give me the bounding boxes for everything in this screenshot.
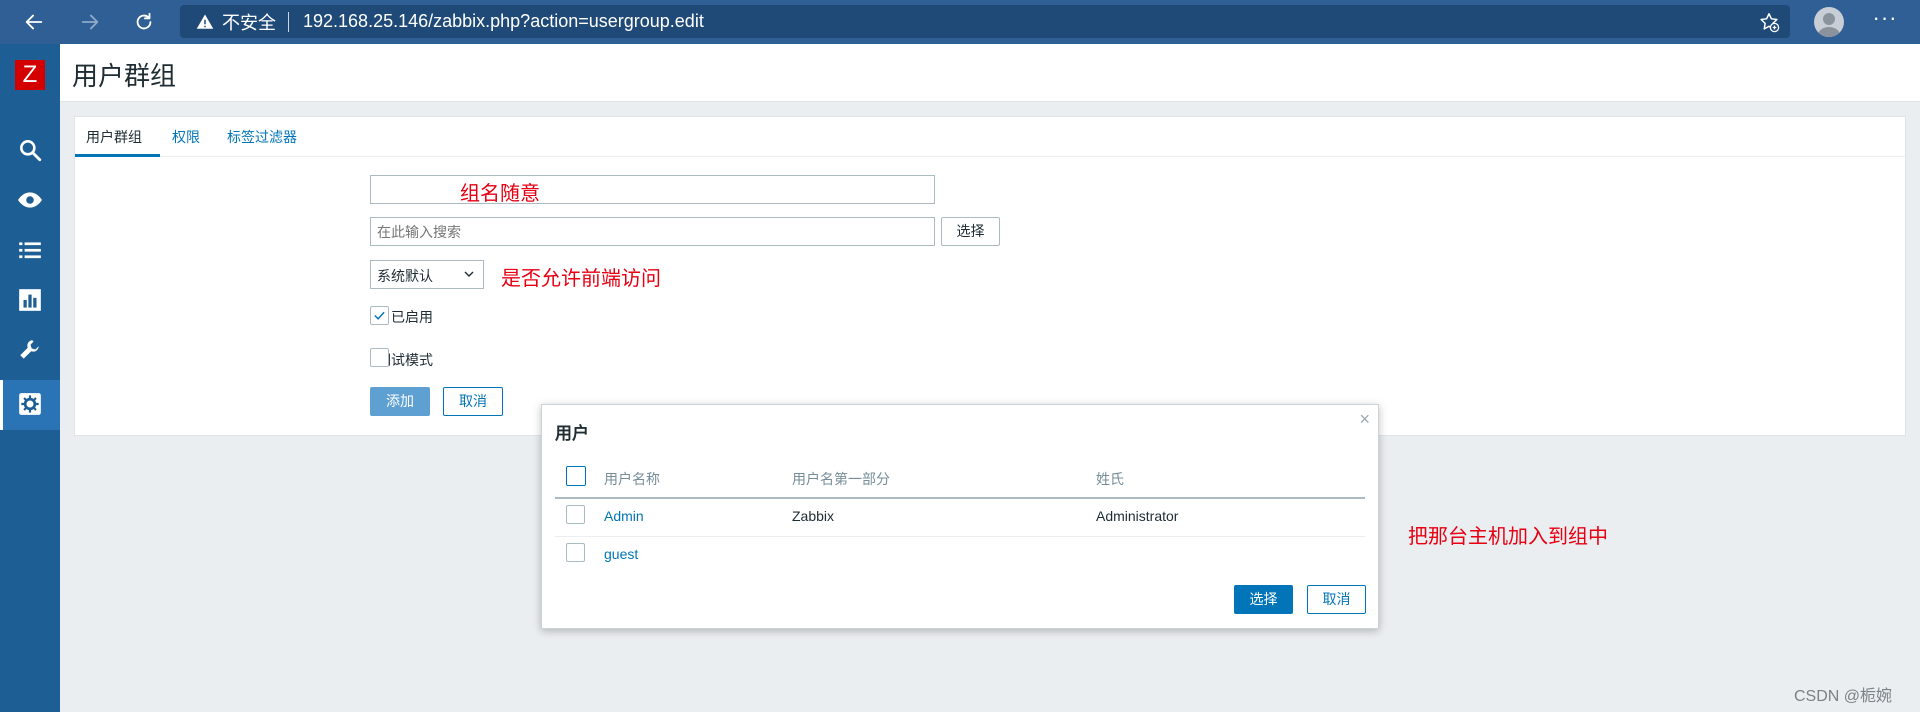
security-status[interactable]: 不安全 xyxy=(222,9,276,35)
favorite-add-icon[interactable] xyxy=(1758,11,1780,33)
table-row-username-link[interactable]: guest xyxy=(604,546,638,562)
sidebar-item-search[interactable] xyxy=(14,134,46,166)
list-icon xyxy=(19,242,41,259)
active-tab-indicator xyxy=(75,154,160,157)
frontend-access-annotation: 是否允许前端访问 xyxy=(501,266,661,290)
csdn-watermark: CSDN @栀婉 xyxy=(1794,688,1893,705)
reload-icon xyxy=(136,12,152,30)
sidebar-item-monitoring[interactable] xyxy=(14,184,46,216)
checkmark-icon xyxy=(374,311,385,320)
column-header-first-name[interactable]: 用户名第一部分 xyxy=(792,469,890,489)
users-search-input[interactable] xyxy=(370,217,935,246)
warning-icon xyxy=(196,14,214,29)
frontend-access-select[interactable]: 系统默认 xyxy=(370,260,484,289)
table-row-first-name: Zabbix xyxy=(792,508,835,524)
row-checkbox[interactable] xyxy=(566,543,585,562)
select-all-checkbox[interactable] xyxy=(566,466,586,486)
user-avatar-icon xyxy=(1818,13,1840,37)
tab-tag-filter[interactable]: 标签过滤器 xyxy=(227,127,297,147)
sidebar-item-inventory[interactable] xyxy=(14,234,46,266)
dialog-cancel-button[interactable]: 取消 xyxy=(1307,585,1366,614)
address-bar[interactable]: 不安全 192.168.25.146/zabbix.php?action=use… xyxy=(180,5,1790,38)
row-checkbox[interactable] xyxy=(566,505,585,524)
table-row-last-name: Administrator xyxy=(1096,508,1179,524)
table-row-username-link[interactable]: Admin xyxy=(604,508,644,524)
dialog-title: 用户 xyxy=(555,424,589,443)
close-icon[interactable]: × xyxy=(1359,409,1370,430)
debug-mode-checkbox[interactable] xyxy=(370,348,389,367)
browser-toolbar: 不安全 192.168.25.146/zabbix.php?action=use… xyxy=(0,0,1920,44)
column-header-username[interactable]: 用户名称 xyxy=(604,469,660,489)
group-name-annotation: 组名随意 xyxy=(460,181,540,205)
profile-avatar[interactable] xyxy=(1814,7,1844,37)
back-button[interactable] xyxy=(12,0,56,44)
dialog-select-button[interactable]: 选择 xyxy=(1234,585,1293,614)
arrow-right-icon xyxy=(81,14,99,30)
page-title: 用户群组 xyxy=(72,61,177,91)
chevron-down-icon xyxy=(464,271,474,277)
sidebar-item-configuration[interactable] xyxy=(14,334,46,366)
forward-button[interactable] xyxy=(68,0,112,44)
sidebar-item-administration[interactable] xyxy=(14,388,46,420)
page-header: 用户群组 xyxy=(60,44,1920,102)
frontend-access-value: 系统默认 xyxy=(377,268,433,284)
tab-usergroup[interactable]: 用户群组 xyxy=(86,127,142,147)
chart-icon xyxy=(19,289,41,311)
add-host-annotation: 把那台主机加入到组中 xyxy=(1408,524,1608,548)
column-header-last-name[interactable]: 姓氏 xyxy=(1096,469,1124,489)
browser-menu-button[interactable]: ··· xyxy=(1870,6,1900,36)
cancel-button[interactable]: 取消 xyxy=(443,387,503,416)
usergroup-form-card: 用户群组 权限 标签过滤器 *组名 组名随意 用户 选择 前端访问 系统默认 是… xyxy=(74,116,1906,436)
zabbix-sidebar: Z xyxy=(0,44,60,712)
wrench-icon xyxy=(20,340,39,359)
reload-button[interactable] xyxy=(122,0,166,44)
gear-icon xyxy=(19,393,41,415)
eye-icon xyxy=(18,192,42,208)
zabbix-logo[interactable]: Z xyxy=(15,60,45,90)
add-button[interactable]: 添加 xyxy=(370,387,430,416)
row-divider xyxy=(555,536,1365,537)
tab-bar: 用户群组 权限 标签过滤器 xyxy=(75,117,1905,157)
table-header-divider xyxy=(555,497,1365,499)
users-select-button[interactable]: 选择 xyxy=(941,217,1000,246)
enabled-checkbox[interactable] xyxy=(370,306,389,325)
group-name-field[interactable] xyxy=(370,175,935,204)
address-divider xyxy=(288,11,289,32)
search-icon xyxy=(20,140,42,162)
tab-permissions[interactable]: 权限 xyxy=(172,127,200,147)
sidebar-item-reports[interactable] xyxy=(14,284,46,316)
arrow-left-icon xyxy=(25,14,43,30)
url-text[interactable]: 192.168.25.146/zabbix.php?action=usergro… xyxy=(303,11,704,32)
user-select-dialog: 用户 × 用户名称 用户名第一部分 姓氏 Admin Zabbix Admini… xyxy=(541,404,1379,629)
